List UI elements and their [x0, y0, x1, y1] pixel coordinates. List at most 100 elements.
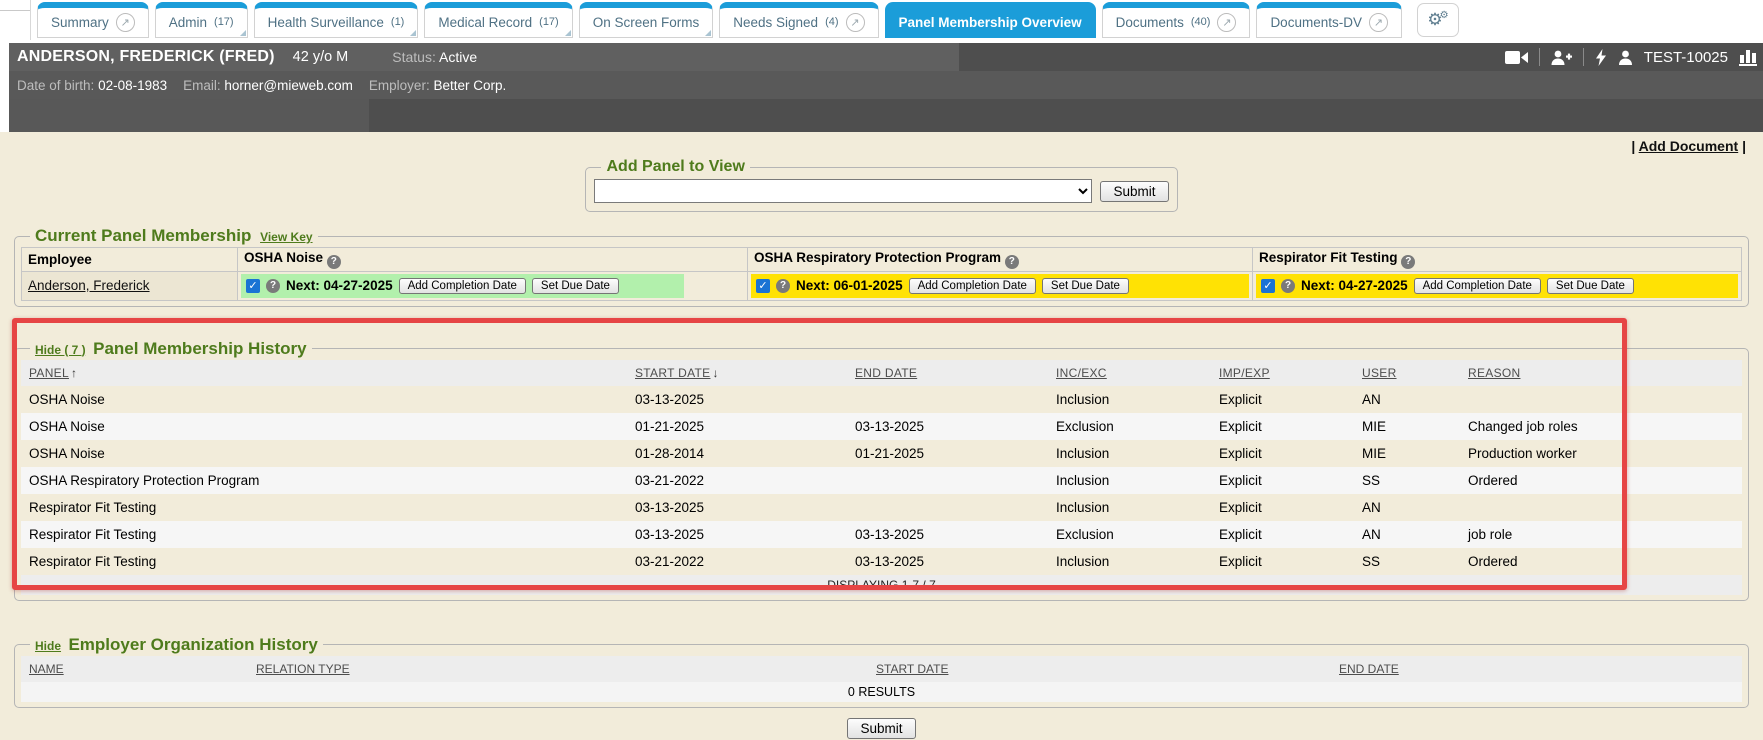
sort-panel-link[interactable]: PANEL — [29, 366, 69, 380]
tab-medical-record[interactable]: Medical Record (17) — [424, 2, 572, 38]
video-call-icon[interactable] — [1505, 50, 1528, 65]
sort-imp-exp-link[interactable]: IMP/EXP — [1219, 366, 1270, 380]
tab-documents-dv[interactable]: Documents-DV ↗ — [1256, 2, 1402, 38]
osha-noise-status-cell: ✓ ? Next: 04-27-2025 Add Completion Date… — [241, 274, 684, 298]
tab-count: (40) — [1191, 16, 1211, 28]
tab-count: (1) — [391, 16, 404, 28]
tab-label: Health Surveillance — [268, 15, 384, 30]
help-icon[interactable]: ? — [1005, 255, 1019, 269]
help-icon[interactable]: ? — [1281, 279, 1295, 293]
patient-age-sex: 42 y/o M — [293, 49, 349, 65]
col-respirator-fit: Respirator Fit Testing ? — [1253, 248, 1742, 272]
add-document-link[interactable]: Add Document — [1639, 138, 1739, 154]
current-membership-table: Employee OSHA Noise ? OSHA Respiratory P… — [21, 247, 1742, 301]
tab-summary[interactable]: Summary ↗ — [37, 2, 149, 38]
checkbox-checked[interactable]: ✓ — [246, 279, 260, 293]
sort-reason-link[interactable]: REASON — [1468, 366, 1520, 380]
tab-count: (17) — [539, 16, 559, 28]
tab-label: Medical Record — [438, 15, 532, 30]
patient-header-notch — [9, 99, 369, 132]
col-emp-end-date: END DATE — [1331, 656, 1742, 682]
next-due-date: Next: 06-01-2025 — [796, 278, 903, 293]
popout-icon[interactable]: ↗ — [1369, 13, 1388, 32]
sort-desc-icon: ↓ — [712, 366, 718, 380]
gear-small-icon: ⚙ — [1440, 10, 1449, 21]
tab-label: Needs Signed — [733, 15, 818, 30]
set-due-date-button[interactable]: Set Due Date — [1042, 278, 1129, 294]
history-row: Respirator Fit Testing03-21-202203-13-20… — [21, 548, 1742, 575]
sort-name-link[interactable]: NAME — [29, 662, 64, 676]
patient-id: TEST-10025 — [1644, 49, 1728, 66]
col-osha-respiratory: OSHA Respiratory Protection Program ? — [748, 248, 1253, 272]
help-icon[interactable]: ? — [1401, 255, 1415, 269]
popout-icon[interactable]: ↗ — [116, 13, 135, 32]
content-area: | Add Document | Add Panel to View Submi… — [0, 132, 1763, 740]
set-due-date-button[interactable]: Set Due Date — [1547, 278, 1634, 294]
tab-needs-signed[interactable]: Needs Signed (4) ↗ — [719, 2, 878, 38]
col-user: USER — [1354, 360, 1460, 386]
quick-actions-lightning-icon[interactable] — [1595, 49, 1607, 66]
dob-field: Date of birth: 02-08-1983 — [17, 78, 167, 93]
col-panel: PANEL↑ — [21, 360, 627, 386]
tab-admin[interactable]: Admin (17) — [155, 2, 248, 38]
add-completion-date-button[interactable]: Add Completion Date — [399, 278, 526, 294]
employer-organization-history-section: Hide Employer Organization History NAME … — [14, 635, 1749, 708]
help-icon[interactable]: ? — [327, 255, 341, 269]
sort-end-date-link[interactable]: END DATE — [855, 366, 917, 380]
employer-organization-history-legend: Hide Employer Organization History — [30, 635, 323, 655]
rail-divider — [30, 0, 31, 40]
hide-employer-history-link[interactable]: Hide — [35, 639, 61, 653]
toolbar-divider — [1583, 48, 1584, 66]
tab-on-screen-forms[interactable]: On Screen Forms — [579, 2, 714, 38]
next-due-date: Next: 04-27-2025 — [286, 278, 393, 293]
user-icon[interactable] — [1618, 50, 1633, 65]
page-submit-button[interactable]: Submit — [847, 718, 915, 739]
col-osha-noise: OSHA Noise ? — [238, 248, 748, 272]
tab-label: Admin — [169, 15, 207, 30]
settings-button[interactable]: ⚙ ⚙ — [1417, 3, 1459, 37]
col-start-date: START DATE↓ — [627, 360, 847, 386]
toolbar-divider — [1539, 48, 1540, 66]
flowsheet-chart-icon[interactable] — [1739, 49, 1757, 66]
col-relation-type: RELATION TYPE — [248, 656, 868, 682]
respirator-fit-status-cell: ✓ ? Next: 04-27-2025 Add Completion Date… — [1256, 274, 1738, 298]
tab-label: Documents-DV — [1270, 15, 1362, 30]
sort-inc-exc-link[interactable]: INC/EXC — [1056, 366, 1107, 380]
next-due-date: Next: 04-27-2025 — [1301, 278, 1408, 293]
membership-row: Anderson, Frederick ✓ ? Next: 04-27-2025… — [22, 271, 1742, 300]
popout-icon[interactable]: ↗ — [846, 13, 865, 32]
sort-relation-type-link[interactable]: RELATION TYPE — [256, 662, 350, 676]
checkbox-checked[interactable]: ✓ — [1261, 279, 1275, 293]
history-row: Respirator Fit Testing03-13-2025 Inclusi… — [21, 494, 1742, 521]
set-due-date-button[interactable]: Set Due Date — [532, 278, 619, 294]
col-name: NAME — [21, 656, 248, 682]
employee-link[interactable]: Anderson, Frederick — [28, 278, 150, 293]
add-panel-submit-button[interactable]: Submit — [1100, 181, 1168, 202]
checkbox-checked[interactable]: ✓ — [756, 279, 770, 293]
tab-health-surveillance[interactable]: Health Surveillance (1) — [254, 2, 419, 38]
tab-panel-membership-overview[interactable]: Panel Membership Overview — [885, 2, 1096, 38]
add-user-icon[interactable] — [1551, 50, 1572, 65]
sort-emp-start-date-link[interactable]: START DATE — [876, 662, 948, 676]
dropdown-fold-icon — [705, 30, 711, 36]
osha-respiratory-status-cell: ✓ ? Next: 06-01-2025 Add Completion Date… — [751, 274, 1249, 298]
panel-membership-overview-page: Summary ↗ Admin (17) Health Surveillance… — [0, 0, 1763, 740]
view-key-link[interactable]: View Key — [260, 230, 312, 244]
tab-documents[interactable]: Documents (40) ↗ — [1102, 2, 1251, 38]
add-completion-date-button[interactable]: Add Completion Date — [1414, 278, 1541, 294]
sort-user-link[interactable]: USER — [1362, 366, 1397, 380]
employer-results-count: 0 RESULTS — [21, 682, 1742, 702]
sort-emp-end-date-link[interactable]: END DATE — [1339, 662, 1399, 676]
hide-history-link[interactable]: Hide ( 7 ) — [35, 343, 86, 357]
email-field: Email: horner@mieweb.com — [183, 78, 353, 93]
tab-label: Documents — [1116, 15, 1184, 30]
dropdown-fold-icon — [410, 30, 416, 36]
add-panel-select[interactable] — [594, 179, 1092, 203]
tab-label: On Screen Forms — [593, 15, 700, 30]
col-reason: REASON — [1460, 360, 1742, 386]
popout-icon[interactable]: ↗ — [1217, 13, 1236, 32]
help-icon[interactable]: ? — [266, 279, 280, 293]
help-icon[interactable]: ? — [776, 279, 790, 293]
sort-start-date-link[interactable]: START DATE — [635, 366, 710, 380]
add-completion-date-button[interactable]: Add Completion Date — [909, 278, 1036, 294]
